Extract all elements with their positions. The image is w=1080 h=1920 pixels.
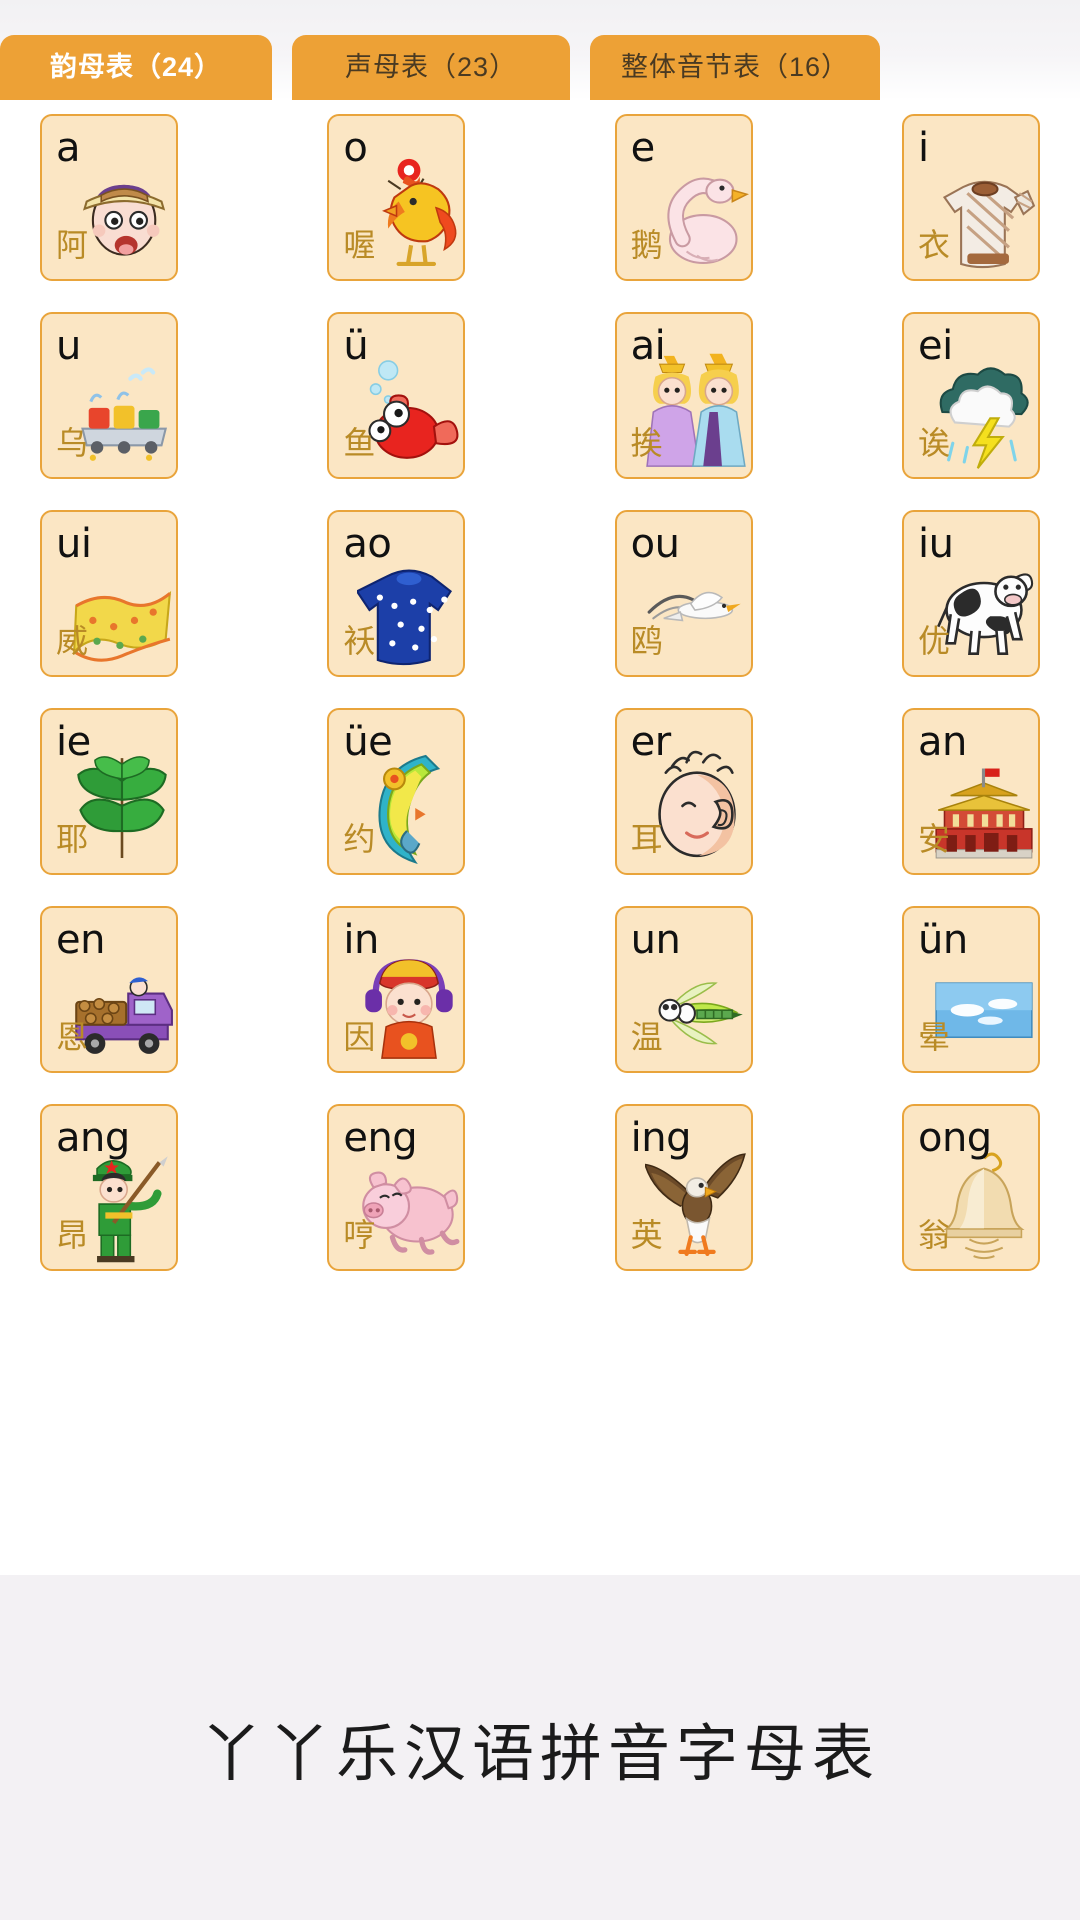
card-pinyin: ou bbox=[630, 521, 680, 567]
pinyin-card[interactable]: ün 晕 bbox=[901, 906, 1040, 1073]
card-pinyin: ui bbox=[56, 521, 92, 567]
pinyin-card-grid: a 阿 o 喔 e 鹅 i 衣 u 乌 ü 鱼 ai 挨 ei 诶 ui 威 ao 袄 ou 鸥 iu 优 ie 耶 üe 约 er 耳 a… bbox=[0, 100, 1080, 1575]
card-pinyin: an bbox=[917, 719, 967, 765]
card-hanzi: 挨 bbox=[630, 425, 663, 461]
tab-finals-label: 韵母表（24） bbox=[49, 52, 223, 82]
pinyin-card[interactable]: üe 约 bbox=[327, 708, 466, 875]
pinyin-card[interactable]: i衣 bbox=[901, 114, 1040, 281]
pinyin-card[interactable]: ong 翁 bbox=[901, 1104, 1040, 1271]
pinyin-card[interactable]: ai 挨 bbox=[614, 312, 753, 479]
footer-bar: 丫丫乐汉语拼音字母表 bbox=[0, 1575, 1080, 1920]
card-pinyin: üe bbox=[343, 719, 393, 765]
card-pinyin: ong bbox=[917, 1115, 992, 1161]
tab-finals[interactable]: 韵母表（24） bbox=[0, 35, 272, 100]
card-pinyin: iu bbox=[917, 521, 954, 567]
card-pinyin: eng bbox=[343, 1115, 418, 1161]
card-hanzi: 安 bbox=[917, 821, 950, 857]
card-pinyin: ü bbox=[343, 323, 369, 369]
card-pinyin: ao bbox=[343, 521, 392, 567]
pinyin-card[interactable]: in 因 bbox=[327, 906, 466, 1073]
pinyin-card[interactable]: an 安 bbox=[901, 708, 1040, 875]
card-hanzi: 耶 bbox=[56, 821, 89, 857]
card-row: ui 威 ao 袄 ou 鸥 iu 优 bbox=[40, 510, 1040, 677]
card-pinyin: ai bbox=[630, 323, 666, 369]
pinyin-card[interactable]: e鹅 bbox=[614, 114, 753, 281]
card-pinyin: un bbox=[630, 917, 681, 963]
pinyin-card[interactable]: en 恩 bbox=[40, 906, 178, 1073]
pinyin-card[interactable]: ing 英 bbox=[614, 1104, 753, 1271]
card-row: u 乌 ü 鱼 ai 挨 ei 诶 bbox=[40, 312, 1040, 479]
card-row: a阿o喔e鹅i衣 bbox=[40, 114, 1040, 281]
card-hanzi: 英 bbox=[630, 1217, 663, 1253]
pinyin-card[interactable]: o喔 bbox=[327, 114, 466, 281]
card-hanzi: 温 bbox=[630, 1019, 663, 1055]
pinyin-card[interactable]: ui 威 bbox=[40, 510, 178, 677]
card-hanzi: 耳 bbox=[630, 821, 663, 857]
card-pinyin: ei bbox=[917, 323, 953, 369]
card-pinyin: ang bbox=[56, 1115, 130, 1161]
pinyin-card[interactable]: ie 耶 bbox=[40, 708, 178, 875]
card-hanzi: 衣 bbox=[917, 227, 950, 263]
card-pinyin: ün bbox=[917, 917, 968, 963]
card-pinyin: ing bbox=[630, 1115, 692, 1161]
card-row: ie 耶 üe 约 er 耳 an 安 bbox=[40, 708, 1040, 875]
card-hanzi: 鸥 bbox=[630, 623, 663, 659]
pinyin-card[interactable]: un 温 bbox=[614, 906, 753, 1073]
pinyin-card[interactable]: eng 哼 bbox=[327, 1104, 466, 1271]
card-hanzi: 因 bbox=[343, 1019, 376, 1055]
app-title: 丫丫乐汉语拼音字母表 bbox=[199, 1719, 880, 1789]
pinyin-card[interactable]: iu 优 bbox=[901, 510, 1040, 677]
card-pinyin: in bbox=[343, 917, 379, 963]
tab-whole-syllables[interactable]: 整体音节表（16） bbox=[590, 35, 880, 100]
pinyin-card[interactable]: ang 昂 bbox=[40, 1104, 178, 1271]
card-hanzi: 乌 bbox=[56, 425, 89, 461]
pinyin-card[interactable]: ei 诶 bbox=[901, 312, 1040, 479]
pinyin-card[interactable]: a阿 bbox=[40, 114, 178, 281]
pinyin-card[interactable]: ü鱼 bbox=[327, 312, 466, 479]
card-hanzi: 哼 bbox=[343, 1217, 376, 1253]
card-pinyin: a bbox=[56, 125, 81, 171]
card-hanzi: 威 bbox=[56, 623, 89, 659]
card-hanzi: 鹅 bbox=[630, 227, 663, 263]
card-hanzi: 阿 bbox=[56, 227, 89, 263]
card-row: en 恩 in 因 un 温 ün 晕 bbox=[40, 906, 1040, 1073]
card-hanzi: 翁 bbox=[917, 1217, 950, 1253]
card-hanzi: 袄 bbox=[343, 623, 376, 659]
tab-initials-label: 声母表（23） bbox=[344, 52, 518, 82]
pinyin-card[interactable]: ao 袄 bbox=[327, 510, 466, 677]
tab-whole-syllables-label: 整体音节表（16） bbox=[620, 52, 850, 82]
card-pinyin: i bbox=[917, 125, 929, 171]
card-hanzi: 鱼 bbox=[343, 425, 376, 461]
card-hanzi: 喔 bbox=[343, 227, 376, 263]
card-hanzi: 约 bbox=[343, 821, 376, 857]
card-hanzi: 诶 bbox=[917, 425, 950, 461]
card-hanzi: 优 bbox=[917, 623, 950, 659]
pinyin-card[interactable]: ou 鸥 bbox=[614, 510, 753, 677]
card-pinyin: en bbox=[56, 917, 105, 963]
card-hanzi: 恩 bbox=[56, 1019, 89, 1055]
card-row: ang 昂 eng 哼 ing 英 ong 翁 bbox=[40, 1104, 1040, 1271]
card-pinyin: er bbox=[630, 719, 672, 765]
card-hanzi: 昂 bbox=[56, 1217, 89, 1253]
card-pinyin: u bbox=[56, 323, 81, 369]
pinyin-card[interactable]: u乌 bbox=[40, 312, 178, 479]
tab-initials[interactable]: 声母表（23） bbox=[292, 35, 570, 100]
card-pinyin: o bbox=[343, 125, 368, 171]
card-hanzi: 晕 bbox=[917, 1019, 950, 1055]
tab-bar: 韵母表（24） 声母表（23） 整体音节表（16） bbox=[0, 0, 1080, 100]
card-pinyin: e bbox=[630, 125, 656, 171]
card-pinyin: ie bbox=[56, 719, 91, 765]
pinyin-card[interactable]: er 耳 bbox=[614, 708, 753, 875]
